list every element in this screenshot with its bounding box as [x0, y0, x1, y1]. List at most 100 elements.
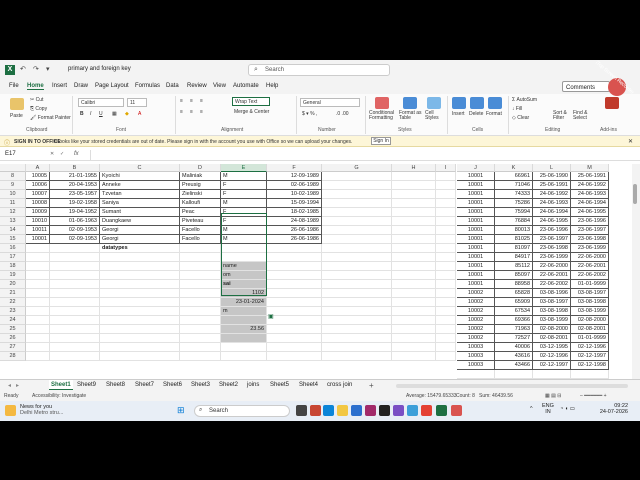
cell[interactable] [436, 307, 456, 316]
table-cell[interactable]: M [221, 172, 267, 181]
add-ins-icon[interactable] [605, 97, 619, 109]
cell[interactable] [26, 271, 50, 280]
cell[interactable] [322, 325, 392, 334]
table-cell[interactable]: Preusig [180, 181, 221, 190]
cell[interactable] [100, 334, 180, 343]
cell[interactable] [50, 298, 100, 307]
cell[interactable] [50, 262, 100, 271]
cell[interactable] [50, 316, 100, 325]
cell[interactable] [180, 298, 221, 307]
datatype-cell[interactable]: sai [221, 280, 267, 289]
table-cell[interactable]: 23-06-1999 [533, 253, 571, 262]
table-cell[interactable]: 88958 [495, 280, 533, 289]
table-cell[interactable]: Anneke [100, 181, 180, 190]
language-indicator[interactable]: ENG IN [542, 403, 554, 415]
table-cell[interactable]: 85097 [495, 271, 533, 280]
cell[interactable] [221, 244, 267, 253]
cell[interactable] [392, 307, 436, 316]
table-cell[interactable]: M [221, 199, 267, 208]
table-cell[interactable]: 23-06-1996 [571, 217, 609, 226]
table-cell[interactable]: 24-06-1992 [533, 190, 571, 199]
cell[interactable] [180, 352, 221, 361]
table-cell[interactable]: M [221, 226, 267, 235]
cell[interactable] [322, 199, 392, 208]
cell[interactable] [436, 289, 456, 298]
autosum-button[interactable]: Σ AutoSum [512, 97, 537, 103]
table-cell[interactable]: F [221, 217, 267, 226]
file-explorer-icon[interactable] [337, 405, 348, 416]
fill-button[interactable]: ↓ Fill [512, 106, 522, 112]
cell[interactable] [322, 334, 392, 343]
cell[interactable] [322, 352, 392, 361]
table-cell[interactable]: 75994 [495, 208, 533, 217]
table-cell[interactable]: 03-08-1997 [571, 289, 609, 298]
sheet-tab-sheet3[interactable]: Sheet3 [191, 382, 210, 388]
table-cell[interactable]: 22-06-2000 [571, 253, 609, 262]
cell[interactable] [322, 208, 392, 217]
cell[interactable] [322, 307, 392, 316]
status-accessibility[interactable]: Accessibility: Investigate [32, 393, 86, 399]
cell[interactable] [322, 244, 392, 253]
table-cell[interactable]: 10001 [457, 271, 495, 280]
table-cell[interactable]: 10003 [457, 343, 495, 352]
table-cell[interactable]: Piveteau [180, 217, 221, 226]
cell[interactable] [322, 289, 392, 298]
table-cell[interactable]: 02-08-2000 [571, 316, 609, 325]
cell[interactable] [26, 325, 50, 334]
cell[interactable] [392, 235, 436, 244]
table-cell[interactable]: 67534 [495, 307, 533, 316]
cell[interactable] [50, 280, 100, 289]
align-right-icon[interactable]: ≡ [200, 109, 203, 115]
app-icon[interactable] [310, 405, 321, 416]
table-cell[interactable]: Peac [180, 208, 221, 217]
column-header[interactable]: B [50, 164, 100, 172]
table-cell[interactable]: 02-08-2001 [571, 325, 609, 334]
table-cell[interactable]: 10001 [457, 217, 495, 226]
weather-icon[interactable] [5, 405, 16, 416]
prev-sheet-icon[interactable]: ◂ [8, 382, 11, 389]
table-cell[interactable]: 03-08-1996 [533, 289, 571, 298]
format-painter-button[interactable]: 🖌 Format Painter [30, 115, 71, 121]
table-cell[interactable]: 10003 [457, 361, 495, 370]
cell[interactable] [436, 181, 456, 190]
cell[interactable] [392, 172, 436, 181]
cell[interactable] [221, 352, 267, 361]
row-header[interactable]: 26 [0, 334, 26, 343]
table-cell[interactable]: Duangkaew [100, 217, 180, 226]
cell[interactable] [180, 343, 221, 352]
sign-in-button[interactable]: Sign In [371, 137, 391, 145]
tab-view[interactable]: View [213, 83, 226, 89]
table-cell[interactable]: 43466 [495, 361, 533, 370]
sort-filter-button[interactable]: Sort & Filter [553, 111, 573, 121]
datatype-cell[interactable]: 1102 [221, 289, 267, 298]
table-cell[interactable]: 22-06-2002 [571, 271, 609, 280]
cell[interactable] [392, 226, 436, 235]
table-cell[interactable]: 65828 [495, 289, 533, 298]
cell[interactable] [436, 190, 456, 199]
table-cell[interactable]: 10006 [26, 181, 50, 190]
cell[interactable] [50, 325, 100, 334]
cell[interactable] [436, 334, 456, 343]
table-cell[interactable]: 22-06-2002 [533, 280, 571, 289]
table-cell[interactable]: 43616 [495, 352, 533, 361]
paste-button[interactable]: Paste [10, 113, 23, 119]
tab-formulas[interactable]: Formulas [135, 83, 160, 89]
chrome-icon[interactable] [421, 405, 432, 416]
table-cell[interactable]: 10001 [457, 253, 495, 262]
sheet-tab-sheet4[interactable]: Sheet4 [299, 382, 318, 388]
tab-draw[interactable]: Draw [74, 83, 88, 89]
cell[interactable] [322, 235, 392, 244]
save-icon[interactable]: ▾ [46, 65, 50, 73]
table-cell[interactable]: 01-01-9999 [571, 334, 609, 343]
datatype-cell[interactable]: 23.56 [221, 325, 267, 334]
format-cells-icon[interactable] [488, 97, 502, 109]
table-cell[interactable]: 10011 [26, 226, 50, 235]
cell[interactable] [267, 244, 322, 253]
cell[interactable] [457, 370, 495, 379]
cell-styles-button[interactable]: Cell Styles [425, 111, 443, 121]
row-header[interactable]: 12 [0, 208, 26, 217]
table-cell[interactable]: 24-06-1995 [533, 217, 571, 226]
cell[interactable] [392, 181, 436, 190]
row-header[interactable]: 14 [0, 226, 26, 235]
search-box[interactable]: ⌕ Search [248, 64, 390, 76]
